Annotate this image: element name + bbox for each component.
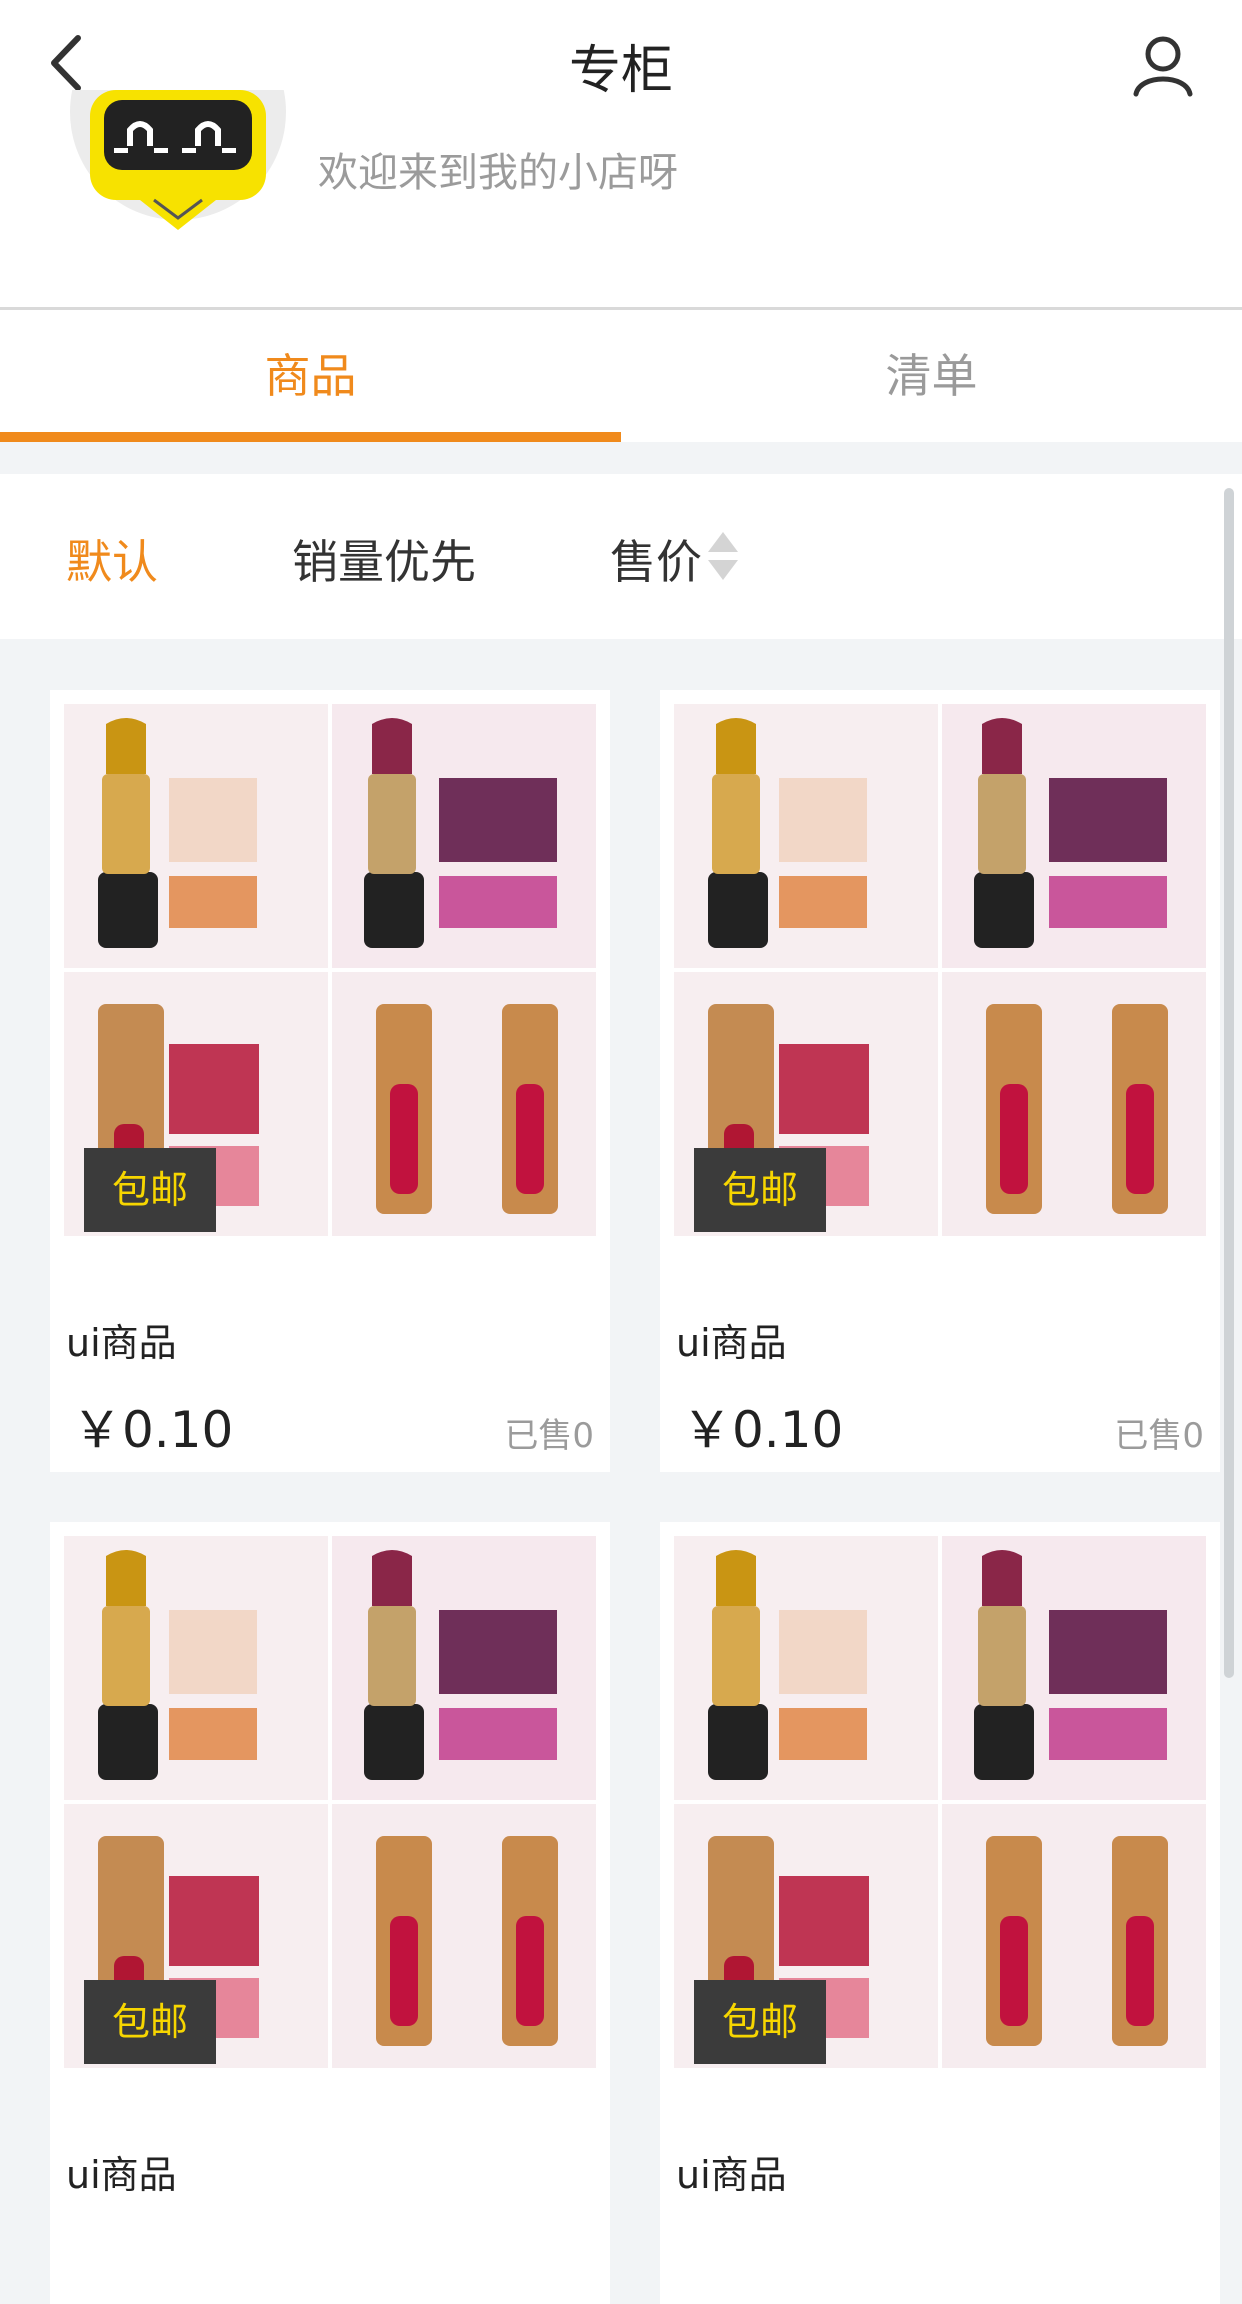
free-shipping-badge: 包邮 [84, 1980, 216, 2064]
sort-default-button[interactable]: 默认 [66, 526, 158, 592]
product-card[interactable]: 包邮 ui商品 [660, 1522, 1220, 2304]
sort-price-toggle[interactable] [706, 528, 740, 584]
active-tab-indicator [0, 432, 621, 442]
product-card[interactable]: 包邮 ui商品 ￥0.10 已售0 [50, 690, 610, 1472]
vertical-scrollbar[interactable] [1224, 488, 1234, 1678]
free-shipping-badge: 包邮 [694, 1980, 826, 2064]
product-price: ￥0.10 [682, 1401, 844, 1459]
user-icon [1133, 36, 1193, 97]
free-shipping-badge: 包邮 [84, 1148, 216, 1232]
shop-avatar [70, 90, 286, 240]
tab-products[interactable]: 商品 [0, 310, 621, 442]
product-name: ui商品 [66, 1321, 177, 1365]
product-card[interactable]: 包邮 ui商品 [50, 1522, 610, 2304]
free-shipping-badge: 包邮 [694, 1148, 826, 1232]
sort-sales-button[interactable]: 销量优先 [292, 526, 476, 592]
product-sold-count: 已售0 [1114, 1416, 1204, 1456]
sort-price-button[interactable]: 售价 [610, 526, 702, 592]
content-tabs: 商品 清单 [0, 310, 1242, 442]
user-profile-button[interactable] [1128, 30, 1198, 100]
product-name: ui商品 [66, 2153, 177, 2197]
product-name: ui商品 [676, 1321, 787, 1365]
sort-arrows-icon [708, 532, 738, 580]
robot-mascot-avatar [70, 90, 286, 230]
product-name: ui商品 [676, 2153, 787, 2197]
product-price: ￥0.10 [72, 1401, 234, 1459]
product-card[interactable]: 包邮 ui商品 ￥0.10 已售0 [660, 690, 1220, 1472]
sort-bar: 默认 销量优先 售价 [0, 474, 1242, 639]
tab-list[interactable]: 清单 [621, 310, 1242, 442]
product-sold-count: 已售0 [504, 1416, 594, 1456]
top-header: 专柜 欢迎来到我的小店呀 [0, 0, 1242, 310]
shop-welcome-text: 欢迎来到我的小店呀 [318, 150, 678, 196]
